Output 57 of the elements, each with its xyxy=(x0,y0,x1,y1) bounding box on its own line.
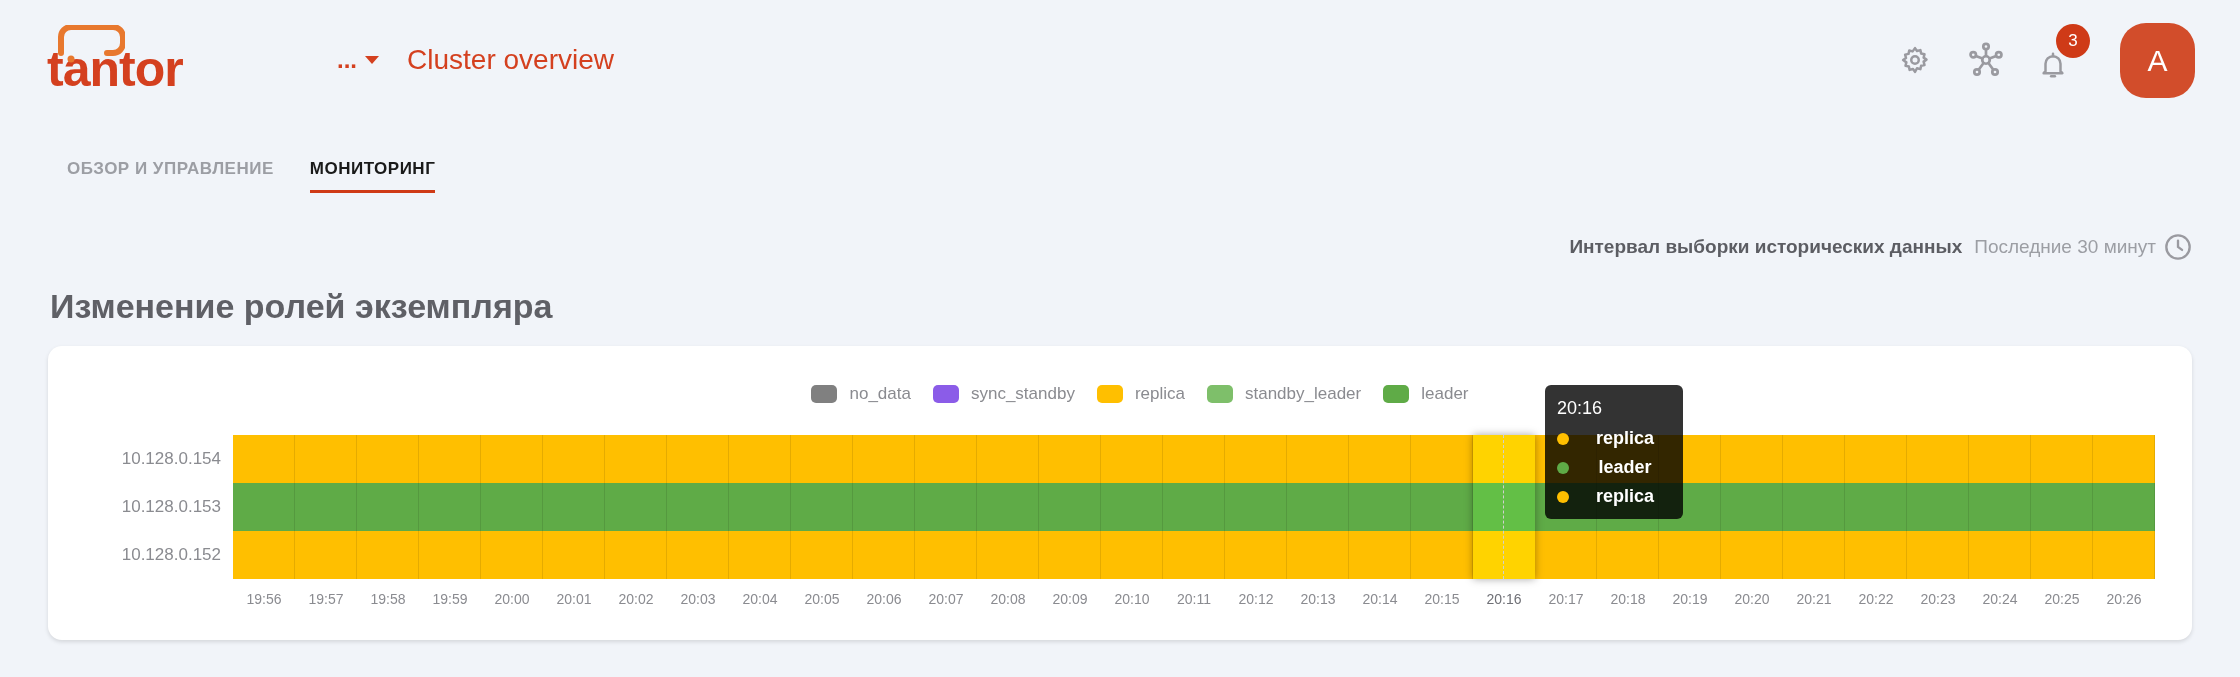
clock-icon xyxy=(2164,233,2192,261)
time-axis-label: 20:21 xyxy=(1795,590,1833,609)
time-axis-label: 20:11 xyxy=(1176,590,1212,609)
time-axis-label: 19:59 xyxy=(431,590,469,609)
time-axis-label: 20:23 xyxy=(1919,590,1957,609)
time-axis-label: 20:04 xyxy=(741,590,779,609)
time-axis-label: 19:56 xyxy=(245,590,283,609)
time-axis-label: 20:18 xyxy=(1609,590,1647,609)
time-axis-label: 20:05 xyxy=(803,590,841,609)
time-axis-label: 20:17 xyxy=(1547,590,1585,609)
tooltip-value: replica xyxy=(1594,427,1655,450)
time-axis-label: 19:57 xyxy=(307,590,345,609)
legend-label[interactable]: replica xyxy=(1134,381,1185,407)
legend-label[interactable]: standby_leader xyxy=(1245,381,1362,407)
time-axis-label: 20:25 xyxy=(2043,590,2081,609)
settings-icon[interactable] xyxy=(1900,45,1930,75)
time-axis-label: 20:02 xyxy=(617,590,655,609)
tooltip-value: leader xyxy=(1597,456,1653,479)
time-axis-label: 20:22 xyxy=(1857,590,1895,609)
row-label: 10.128.0.154 xyxy=(121,448,221,471)
cluster-menu[interactable]: ... xyxy=(337,40,379,80)
time-axis-label: 20:26 xyxy=(2105,590,2143,609)
network-icon[interactable] xyxy=(1968,42,2004,78)
time-axis-label: 20:01 xyxy=(555,590,593,609)
time-axis-label: 20:00 xyxy=(493,590,531,609)
time-axis-label: 20:24 xyxy=(1981,590,2019,609)
section-title: Изменение ролей экземпляра xyxy=(49,286,554,326)
time-axis-label: 20:12 xyxy=(1237,590,1275,609)
time-axis-label: 20:20 xyxy=(1733,590,1771,609)
time-axis-label: 20:10 xyxy=(1113,590,1151,609)
tab[interactable]: МОНИТОРИНГ xyxy=(309,156,436,193)
time-axis-label: 20:16 xyxy=(1485,590,1523,609)
tooltip-time: 20:16 xyxy=(1557,397,1604,420)
row-label: 10.128.0.153 xyxy=(121,496,221,519)
time-axis-label: 20:19 xyxy=(1671,590,1709,609)
page-title: Cluster overview xyxy=(407,43,614,77)
user-avatar[interactable]: A xyxy=(2120,22,2195,98)
interval-selector[interactable]: Последние 30 минут xyxy=(1974,232,2192,262)
tab[interactable]: ОБЗОР И УПРАВЛЕНИЕ xyxy=(67,156,274,193)
time-axis-label: 20:15 xyxy=(1423,590,1461,609)
time-axis-label: 20:08 xyxy=(989,590,1027,609)
time-axis-label: 20:09 xyxy=(1051,590,1089,609)
notification-badge: 3 xyxy=(2056,24,2090,58)
time-axis-label: 20:13 xyxy=(1299,590,1337,609)
time-axis-label: 20:06 xyxy=(865,590,903,609)
caret-icon xyxy=(365,56,379,64)
time-axis-label: 20:14 xyxy=(1361,590,1399,609)
interval-label: Интервал выборки исторических данных xyxy=(1569,234,1963,259)
row-label: 10.128.0.152 xyxy=(121,544,221,567)
time-axis-label: 19:58 xyxy=(369,590,407,609)
tantor-logo[interactable]: tantor xyxy=(47,25,207,95)
time-axis-label: 20:07 xyxy=(927,590,965,609)
legend-label[interactable]: sync_standby xyxy=(970,381,1075,407)
legend-label[interactable]: no_data xyxy=(849,381,911,407)
tooltip-value: replica xyxy=(1594,485,1655,508)
legend-label[interactable]: leader xyxy=(1421,381,1469,407)
time-axis-label: 20:03 xyxy=(679,590,717,609)
